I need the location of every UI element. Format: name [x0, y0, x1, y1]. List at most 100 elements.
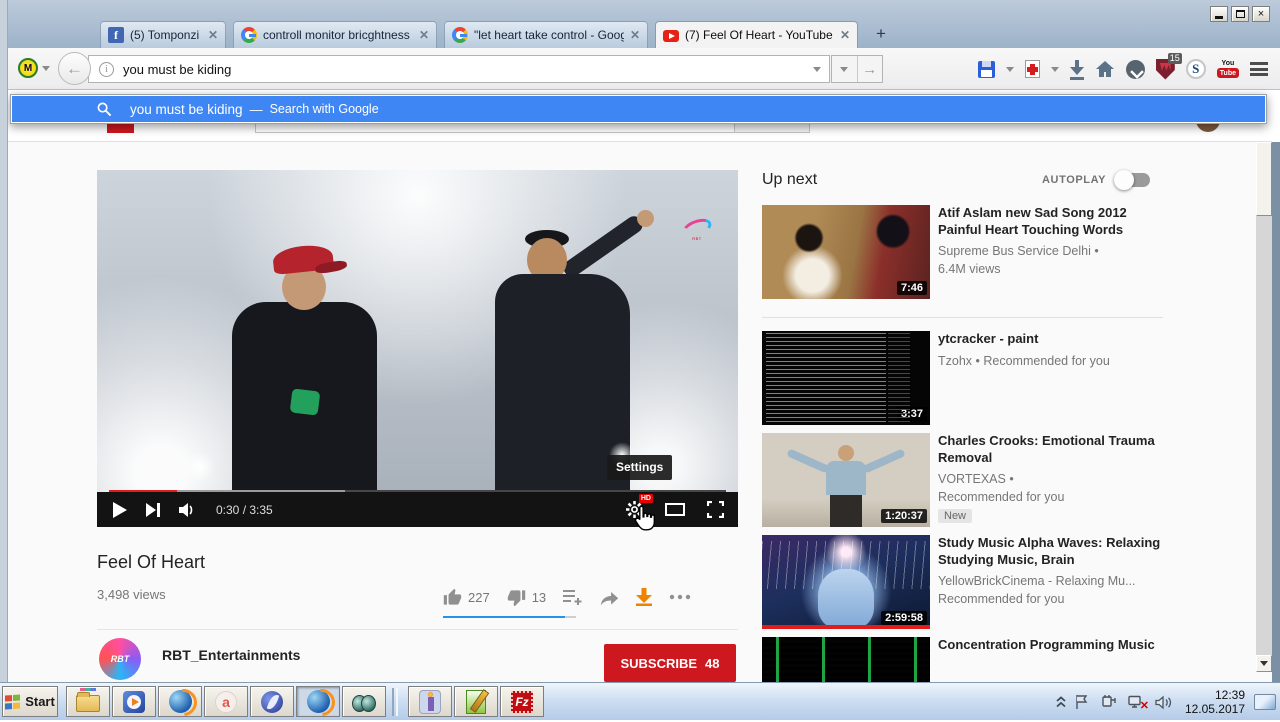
page-scrollbar[interactable] — [1256, 142, 1272, 672]
youtube-icon — [663, 30, 679, 42]
subscribe-button[interactable]: SUBSCRIBE 48 — [604, 644, 736, 682]
sentiment-fill — [443, 616, 566, 618]
suggested-video-3[interactable]: 1:20:37 Charles Crooks: Emotional Trauma… — [762, 433, 1163, 527]
extension-m-button[interactable]: M — [18, 58, 50, 78]
youtube-logo[interactable] — [107, 123, 134, 133]
power-tray-button[interactable] — [1101, 694, 1118, 710]
adblock-button[interactable]: 15 — [1155, 52, 1182, 80]
taskbar-candle-app-button[interactable] — [408, 686, 452, 717]
taskbar-feather-app-button[interactable] — [250, 686, 294, 717]
performer-right — [465, 208, 665, 492]
taskbar-filezilla-button[interactable]: Fz — [500, 686, 544, 717]
page-info-icon[interactable]: i — [99, 61, 114, 77]
menu-button[interactable] — [1250, 62, 1268, 76]
video-thumbnail[interactable]: 2:59:58 — [762, 535, 930, 629]
google-icon — [241, 27, 257, 43]
video-title: Feel Of Heart — [97, 552, 206, 572]
save-dropdown-icon[interactable] — [1005, 66, 1014, 72]
fullscreen-button[interactable] — [707, 501, 724, 518]
download-button[interactable] — [636, 588, 653, 606]
tray-expand-button[interactable] — [1056, 696, 1066, 708]
folder-icon — [76, 688, 100, 712]
suggested-meta: Recommended for you — [938, 592, 1065, 606]
tab-google-heart[interactable]: "let heart take control - Goog ✕ — [444, 21, 648, 48]
dislike-button[interactable]: 13 — [507, 588, 546, 607]
play-button[interactable] — [113, 501, 127, 518]
new-tab-button[interactable]: + — [868, 23, 894, 45]
channel-avatar[interactable]: RBT — [99, 638, 141, 680]
taskbar-mediaplayer-button[interactable] — [112, 686, 156, 717]
scrollbar-down-button[interactable] — [1256, 655, 1272, 672]
video-thumbnail[interactable]: 7:46 — [762, 205, 930, 299]
scrollbar-thumb[interactable] — [1256, 142, 1272, 216]
save-page-button[interactable] — [977, 60, 995, 78]
url-bar[interactable]: i — [88, 55, 830, 83]
like-button[interactable]: 227 — [443, 588, 490, 607]
thumb-down-icon — [507, 589, 525, 606]
taskbar: Start a Fz ✕ 12:39 12.05.2017 — [0, 682, 1280, 720]
tray-clock[interactable]: 12:39 12.05.2017 — [1185, 688, 1245, 716]
video-player[interactable]: RBT Settings 0:30 / 3:35 HD — [97, 170, 738, 527]
forward-button[interactable]: → — [856, 56, 883, 82]
tab-close-icon[interactable]: ✕ — [208, 28, 218, 42]
video-frame[interactable]: RBT — [97, 170, 738, 492]
suggested-video-1[interactable]: 7:46 Atif Aslam new Sad Song 2012 Painfu… — [762, 205, 1163, 299]
add-to-playlist-button[interactable] — [563, 589, 583, 605]
tab-facebook[interactable]: f (5) Tomponzi - New Global In ✕ — [100, 21, 226, 48]
taskbar-firefox-button[interactable] — [158, 686, 202, 717]
video-thumbnail[interactable]: 1:20:37 — [762, 433, 930, 527]
network-tray-button[interactable]: ✕ — [1127, 695, 1149, 712]
volume-tray-button[interactable] — [1155, 695, 1172, 710]
add-page-button[interactable] — [1024, 60, 1040, 78]
taskbar-search-tool-button[interactable] — [342, 686, 386, 717]
start-button[interactable]: Start — [2, 686, 58, 717]
suggested-title[interactable]: ytcracker - paint — [938, 331, 1163, 348]
home-button[interactable] — [1095, 60, 1115, 78]
tab-close-icon[interactable]: ✕ — [630, 28, 640, 42]
volume-icon[interactable] — [179, 502, 197, 518]
search-suggestion-row[interactable]: you must be kiding — Search with Google — [12, 96, 1265, 122]
tab-close-icon[interactable]: ✕ — [840, 28, 850, 42]
clock-date: 12.05.2017 — [1184, 702, 1245, 716]
downloads-button[interactable] — [1069, 60, 1084, 80]
more-actions-button[interactable] — [669, 594, 691, 600]
taskbar-explorer-button[interactable] — [66, 686, 110, 717]
taskbar-amigo-button[interactable]: a — [204, 686, 248, 717]
youtube-extension-button[interactable]: You Tube — [1216, 60, 1239, 78]
taskbar-notepad-button[interactable] — [454, 686, 498, 717]
share-button[interactable] — [600, 589, 619, 606]
tab-google-brightness[interactable]: controll monitor bricghtness ✕ — [233, 21, 437, 48]
url-input[interactable] — [123, 61, 813, 77]
history-dropdown-button[interactable] — [832, 56, 857, 82]
autoplay-toggle[interactable] — [1114, 170, 1151, 190]
show-desktop-button[interactable] — [1254, 694, 1276, 710]
back-button[interactable]: ← — [58, 52, 91, 85]
suggested-video-4[interactable]: 2:59:58 Study Music Alpha Waves: Relaxin… — [762, 535, 1163, 629]
video-thumbnail[interactable] — [762, 637, 930, 682]
theater-mode-button[interactable] — [665, 503, 685, 516]
maximize-button[interactable] — [1231, 6, 1249, 22]
taskbar-firefox-active-button[interactable] — [296, 686, 340, 717]
suggested-video-5[interactable]: Concentration Programming Music — [762, 637, 1163, 682]
tab-youtube-active[interactable]: (7) Feel Of Heart - YouTube ✕ — [655, 21, 858, 48]
pocket-button[interactable] — [1125, 59, 1145, 79]
system-tray: ✕ 12:39 12.05.2017 — [1056, 683, 1276, 721]
minimize-button[interactable] — [1210, 6, 1228, 22]
suggested-video-2[interactable]: 3:37 ytcracker - paint Tzohx • Recommend… — [762, 331, 1163, 425]
add-page-dropdown-icon[interactable] — [1050, 66, 1059, 72]
s-extension-button[interactable]: S — [1185, 59, 1206, 79]
floppy-icon — [977, 60, 995, 78]
suggested-title[interactable]: Concentration Programming Music — [938, 637, 1163, 654]
suggested-title[interactable]: Atif Aslam new Sad Song 2012 Painful Hea… — [938, 205, 1163, 238]
hamburger-icon — [1250, 62, 1268, 76]
next-button[interactable] — [146, 502, 160, 517]
url-dropdown-icon[interactable] — [813, 66, 821, 72]
performer-left — [227, 240, 387, 492]
video-thumbnail[interactable]: 3:37 — [762, 331, 930, 425]
suggested-title[interactable]: Charles Crooks: Emotional Trauma Removal — [938, 433, 1163, 466]
tab-close-icon[interactable]: ✕ — [419, 28, 429, 42]
action-center-button[interactable] — [1075, 694, 1092, 710]
suggested-title[interactable]: Study Music Alpha Waves: Relaxing Studyi… — [938, 535, 1163, 568]
close-button[interactable]: × — [1252, 6, 1270, 22]
channel-name[interactable]: RBT_Entertainments — [162, 647, 300, 663]
